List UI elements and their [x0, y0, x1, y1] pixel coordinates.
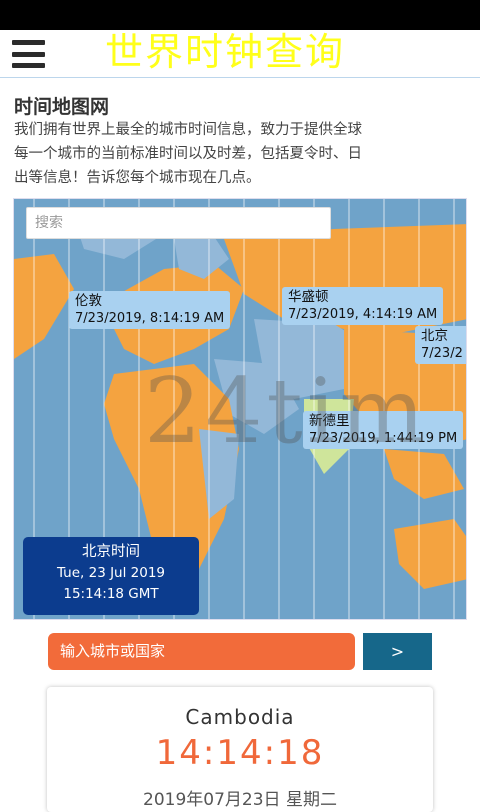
section-title: 时间地图网 — [14, 96, 110, 118]
local-time-panel: 北京时间 Tue, 23 Jul 2019 15:14:18 GMT — [23, 537, 199, 615]
city-query-input[interactable] — [48, 633, 355, 670]
local-time-title: 北京时间 — [82, 544, 140, 560]
app-title: 世界时钟查询 — [105, 30, 346, 74]
local-time-clock: 15:14:18 GMT — [63, 586, 159, 602]
city-time: 7/23/2019, 4:14:19 AM — [288, 307, 438, 322]
city-name: 华盛顿 — [288, 289, 329, 305]
map-watermark: 24tim — [144, 359, 429, 464]
intro-line: 出等信息！告诉您每个城市现在几点。 — [14, 170, 261, 186]
city-tip-london[interactable]: 伦敦 7/23/2019, 8:14:19 AM — [69, 291, 231, 329]
world-time-map[interactable]: 伦敦 7/23/2019, 8:14:19 AM 华盛顿 7/23/2019, … — [13, 198, 467, 620]
local-time-date: Tue, 23 Jul 2019 — [56, 565, 166, 581]
intro-line: 每一个城市的当前标准时间以及时差，包括夏令时、日 — [14, 146, 362, 162]
map-search-input[interactable] — [26, 207, 331, 239]
city-name: 伦敦 — [75, 293, 102, 309]
city-tip-washington[interactable]: 华盛顿 7/23/2019, 4:14:19 AM — [282, 287, 444, 325]
intro-line: 我们拥有世界上最全的城市时间信息，致力于提供全球 — [14, 122, 362, 138]
intro-text: 我们拥有世界上最全的城市时间信息，致力于提供全球 每一个城市的当前标准时间以及时… — [14, 118, 470, 190]
status-bar — [0, 0, 480, 30]
result-card: Cambodia 14:14:18 2019年07月23日 星期二 — [47, 687, 433, 812]
city-name: 北京 — [421, 328, 448, 344]
city-time: 7/23/2019, 8:14:19 AM — [75, 311, 225, 326]
menu-icon[interactable] — [12, 40, 45, 68]
result-date: 2019年07月23日 星期二 — [143, 790, 337, 810]
result-country: Cambodia — [185, 705, 295, 729]
result-time: 14:14:18 — [155, 733, 325, 773]
query-go-button[interactable]: > — [363, 633, 432, 670]
app-header: 世界时钟查询 — [0, 30, 480, 78]
